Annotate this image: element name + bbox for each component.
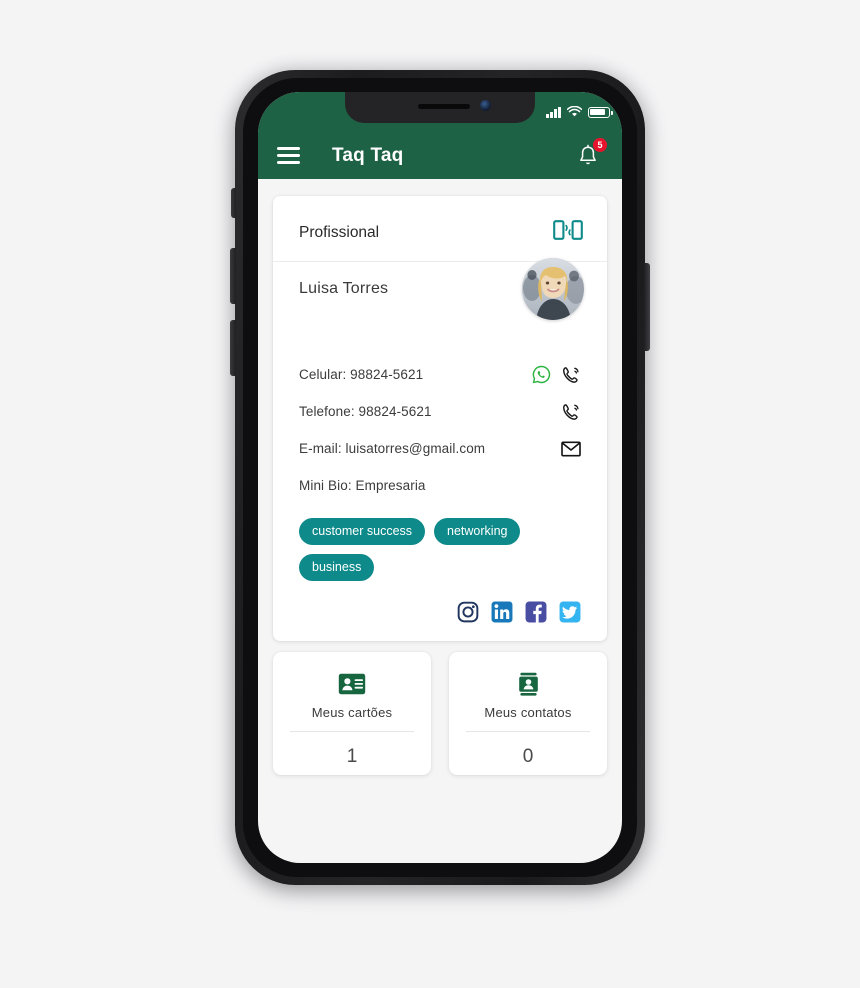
stat-divider <box>466 731 590 732</box>
stat-card-meus-contatos[interactable]: Meus contatos 0 <box>449 652 607 775</box>
stat-label: Meus contatos <box>484 705 572 720</box>
whatsapp-icon[interactable] <box>532 365 551 384</box>
contacts-book-icon <box>449 670 607 698</box>
contact-label: Mini Bio: Empresaria <box>299 478 426 493</box>
phone-power-button[interactable] <box>644 263 650 351</box>
tag-chip[interactable]: networking <box>434 518 521 545</box>
stat-value: 0 <box>522 746 534 767</box>
contact-actions <box>561 440 581 457</box>
contact-card-icon <box>273 670 431 698</box>
tag-list: customer success networking business <box>273 504 607 581</box>
social-links <box>273 581 607 623</box>
phone-earpiece-speaker <box>418 104 470 109</box>
contact-row: Celular: 98824-5621 <box>299 356 581 393</box>
phone-volume-up-button[interactable] <box>230 248 236 304</box>
stat-value: 1 <box>346 746 358 767</box>
contact-label: Celular: 98824-5621 <box>299 367 424 382</box>
email-envelope-icon[interactable] <box>561 440 581 457</box>
contact-label: E-mail: luisatorres@gmail.com <box>299 441 486 456</box>
tag-chip[interactable]: business <box>299 554 375 581</box>
twitter-icon[interactable] <box>559 601 581 623</box>
contact-row: Telefone: 98824-5621 <box>299 393 581 430</box>
user-avatar[interactable] <box>522 258 584 320</box>
stat-divider <box>290 731 414 732</box>
contact-label: Telefone: 98824-5621 <box>299 404 432 419</box>
contact-row: Mini Bio: Empresaria <box>299 467 581 504</box>
notifications-button[interactable]: 5 <box>576 137 607 169</box>
contact-row: E-mail: luisatorres@gmail.com <box>299 430 581 467</box>
profile-card: Profissional Luisa Torres Celular: 98824… <box>273 196 607 641</box>
stat-card-meus-cartoes[interactable]: Meus cartões 1 <box>273 652 431 775</box>
stats-row: Meus cartões 1 Meus contatos 0 <box>273 652 607 775</box>
battery-icon <box>588 107 613 118</box>
page-root: Taq Taq 5 Profissional Luisa Torres Celu… <box>0 0 860 988</box>
phone-front-camera <box>480 100 491 111</box>
phone-call-icon[interactable] <box>561 402 581 422</box>
notification-badge: 5 <box>593 137 607 152</box>
facebook-icon[interactable] <box>525 601 547 623</box>
tag-chip[interactable]: customer success <box>299 518 426 545</box>
nfc-share-devices-icon[interactable] <box>553 218 583 247</box>
phone-call-icon[interactable] <box>561 365 581 385</box>
stat-label: Meus cartões <box>311 705 393 720</box>
cellular-signal-icon <box>546 106 561 118</box>
hamburger-menu-icon[interactable] <box>277 147 300 164</box>
phone-silent-switch[interactable] <box>231 188 236 218</box>
instagram-icon[interactable] <box>457 601 479 623</box>
app-bar: Taq Taq 5 <box>258 132 622 179</box>
phone-volume-down-button[interactable] <box>230 320 236 376</box>
wifi-icon <box>567 106 582 117</box>
app-title: Taq Taq <box>332 144 404 166</box>
card-section-title: Profissional <box>299 223 380 241</box>
profile-card-header: Profissional <box>273 196 607 262</box>
contact-actions <box>561 402 581 422</box>
contact-details-list: Celular: 98824-5621 Telefone: 98824-5621… <box>273 344 607 504</box>
profile-name-row: Luisa Torres <box>273 258 607 344</box>
status-bar <box>546 102 613 118</box>
contact-actions <box>532 365 581 385</box>
phone-screen: Taq Taq 5 Profissional Luisa Torres Celu… <box>258 92 622 863</box>
linkedin-icon[interactable] <box>491 601 513 623</box>
